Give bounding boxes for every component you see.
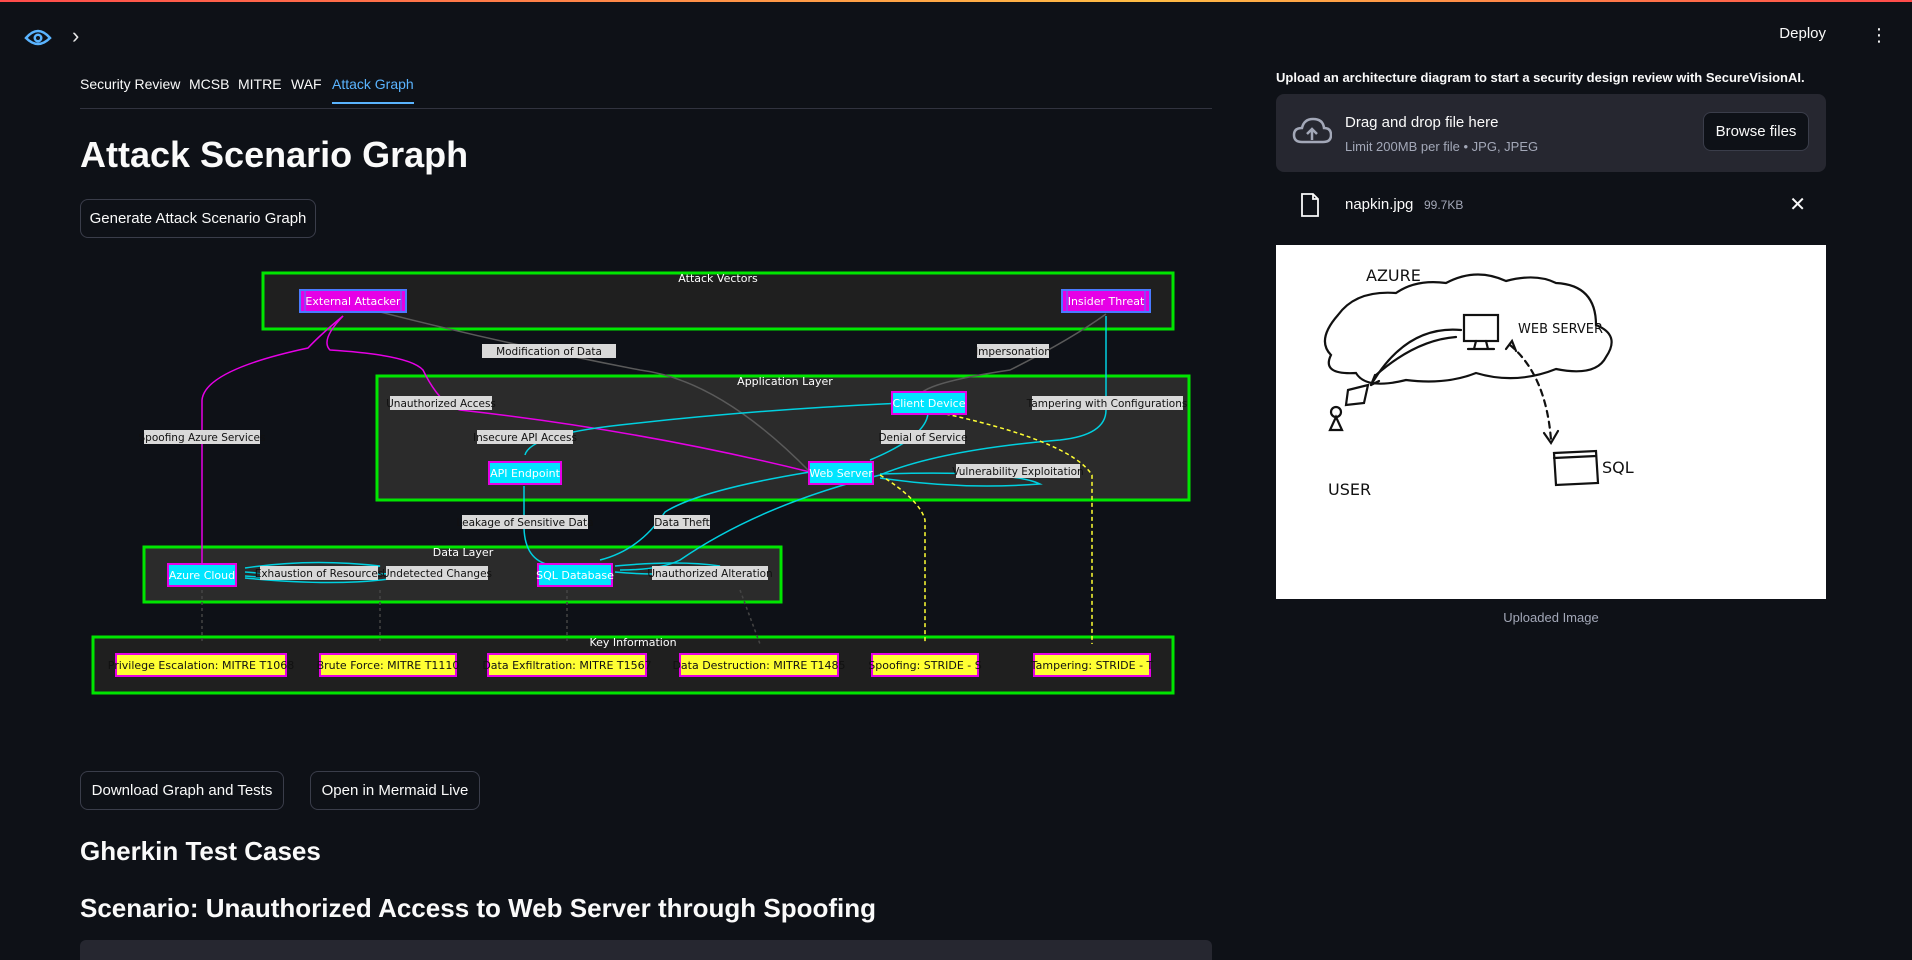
svg-text:Azure Cloud: Azure Cloud: [169, 569, 235, 582]
edge-label: Impersonation: [975, 344, 1051, 358]
key-item[interactable]: Brute Force: MITRE T1110: [317, 653, 460, 677]
svg-text:Brute Force: MITRE T1110: Brute Force: MITRE T1110: [317, 659, 460, 672]
key-item[interactable]: Spoofing: STRIDE - S: [868, 653, 982, 677]
svg-text:Data Theft: Data Theft: [654, 517, 710, 529]
edge-label: Unauthorized Access: [386, 396, 496, 410]
node-sql-database[interactable]: SQL Database: [536, 563, 614, 587]
tab-attack-graph[interactable]: Attack Graph: [332, 76, 414, 104]
edge-label: Insecure API Access: [473, 430, 577, 444]
svg-text:Unauthorized Alteration: Unauthorized Alteration: [647, 568, 772, 580]
edge-label: Undetected Changes: [382, 566, 492, 580]
subgraph-title: Application Layer: [737, 375, 833, 388]
scenario-heading: Scenario: Unauthorized Access to Web Ser…: [80, 893, 876, 923]
edge-label: Exhaustion of Resources: [255, 566, 384, 580]
node-api-endpoint[interactable]: API Endpoint: [488, 461, 562, 485]
uploaded-image: AZURE WEB SERVER SQL USER: [1276, 245, 1826, 599]
edge-label: Spoofing Azure Services: [139, 430, 266, 444]
file-size: 99.7KB: [1424, 198, 1464, 212]
napkin-label: AZURE: [1366, 266, 1421, 285]
svg-text:Undetected Changes: Undetected Changes: [382, 568, 492, 580]
tab-bar: Security Review MCSB MITRE WAF Attack Gr…: [80, 70, 1212, 109]
key-item[interactable]: Tampering: STRIDE - T: [1030, 653, 1154, 677]
tab-mitre[interactable]: MITRE: [238, 76, 282, 102]
svg-text:Insecure API Access: Insecure API Access: [473, 432, 577, 444]
edge-label: Data Theft: [654, 515, 710, 529]
remove-file-icon[interactable]: ✕: [1789, 192, 1806, 217]
subgraph-title: Key Information: [589, 636, 676, 649]
svg-text:External Attacker: External Attacker: [305, 295, 401, 308]
cloud-upload-icon: [1292, 117, 1332, 144]
svg-text:Unauthorized Access: Unauthorized Access: [386, 398, 496, 410]
napkin-label: SQL: [1602, 458, 1634, 477]
edge-label: Vulnerability Exploitation: [952, 464, 1084, 478]
edge-label: Modification of Data: [482, 344, 616, 358]
edge-label: Unauthorized Alteration: [647, 566, 773, 580]
node-web-server[interactable]: Web Server: [808, 461, 874, 485]
file-icon: [1301, 193, 1319, 217]
file-dropzone[interactable]: Drag and drop file here Limit 200MB per …: [1276, 94, 1826, 172]
svg-text:Spoofing Azure Services: Spoofing Azure Services: [139, 432, 266, 444]
dropzone-title: Drag and drop file here: [1345, 114, 1499, 131]
top-decoration-bar: [0, 0, 1912, 2]
uploaded-file-row: napkin.jpg 99.7KB ✕: [1276, 188, 1826, 224]
open-mermaid-button[interactable]: Open in Mermaid Live: [310, 771, 480, 810]
edge-label: Denial of Service: [878, 430, 968, 444]
svg-text:Modification of Data: Modification of Data: [496, 346, 602, 358]
svg-text:Spoofing: STRIDE - S: Spoofing: STRIDE - S: [868, 659, 981, 672]
gherkin-heading: Gherkin Test Cases: [80, 836, 321, 866]
svg-text:Privilege Escalation: MITRE T1: Privilege Escalation: MITRE T1068: [108, 659, 294, 672]
svg-text:Exhaustion of Resources: Exhaustion of Resources: [255, 568, 384, 580]
vertical-dots-icon[interactable]: ⋮: [1870, 24, 1888, 46]
upload-label: Upload an architecture diagram to start …: [1276, 70, 1805, 85]
svg-text:Leakage of Sensitive Data: Leakage of Sensitive Data: [456, 517, 593, 529]
key-item[interactable]: Data Exfiltration: MITRE T1567: [482, 653, 652, 677]
node-insider-threat[interactable]: Insider Threat: [1061, 289, 1151, 313]
svg-text:Web Server: Web Server: [809, 467, 873, 480]
svg-text:Insider Threat: Insider Threat: [1068, 295, 1145, 308]
browse-files-button[interactable]: Browse files: [1703, 112, 1809, 151]
file-name: napkin.jpg: [1345, 196, 1414, 213]
svg-text:Data Destruction: MITRE T1485: Data Destruction: MITRE T1485: [672, 659, 845, 672]
edge-external-to-azure: [201, 315, 344, 576]
key-item[interactable]: Data Destruction: MITRE T1485: [672, 653, 846, 677]
tab-security-review[interactable]: Security Review: [80, 76, 180, 102]
dropzone-limit: Limit 200MB per file • JPG, JPEG: [1345, 139, 1539, 154]
attack-scenario-graph: Attack Vectors Application Layer Data La…: [91, 271, 1191, 695]
chevron-right-icon[interactable]: ›: [72, 25, 86, 47]
svg-text:Impersonation: Impersonation: [975, 346, 1051, 358]
key-item[interactable]: Privilege Escalation: MITRE T1068: [108, 653, 294, 677]
svg-text:Client Device: Client Device: [893, 397, 966, 410]
node-client-device[interactable]: Client Device: [891, 391, 967, 415]
code-block: [80, 940, 1212, 960]
napkin-label: WEB SERVER: [1518, 322, 1603, 337]
svg-text:Tampering with Configurations: Tampering with Configurations: [1026, 398, 1188, 410]
tab-mcsb[interactable]: MCSB: [189, 76, 229, 102]
svg-text:Data Exfiltration: MITRE T1567: Data Exfiltration: MITRE T1567: [482, 659, 651, 672]
eye-logo-icon[interactable]: [24, 26, 52, 48]
svg-text:Denial of Service: Denial of Service: [878, 432, 967, 444]
napkin-label: USER: [1328, 480, 1371, 499]
deploy-button[interactable]: Deploy: [1773, 24, 1832, 43]
svg-text:API Endpoint: API Endpoint: [490, 467, 561, 480]
subgraph-title: Data Layer: [433, 546, 494, 559]
svg-text:SQL Database: SQL Database: [536, 569, 614, 582]
tab-waf[interactable]: WAF: [291, 76, 322, 102]
image-caption: Uploaded Image: [1503, 610, 1599, 625]
download-graph-button[interactable]: Download Graph and Tests: [80, 771, 284, 810]
subgraph-title: Attack Vectors: [678, 272, 758, 285]
page-title: Attack Scenario Graph: [80, 134, 469, 175]
node-azure-cloud[interactable]: Azure Cloud: [167, 563, 237, 587]
svg-text:Tampering: STRIDE - T: Tampering: STRIDE - T: [1030, 659, 1154, 672]
svg-text:Vulnerability Exploitation: Vulnerability Exploitation: [952, 466, 1083, 478]
edge-label: Tampering with Configurations: [1026, 396, 1188, 410]
generate-graph-button[interactable]: Generate Attack Scenario Graph: [80, 199, 316, 238]
node-external-attacker[interactable]: External Attacker: [299, 289, 407, 313]
edge-label: Leakage of Sensitive Data: [456, 515, 594, 529]
